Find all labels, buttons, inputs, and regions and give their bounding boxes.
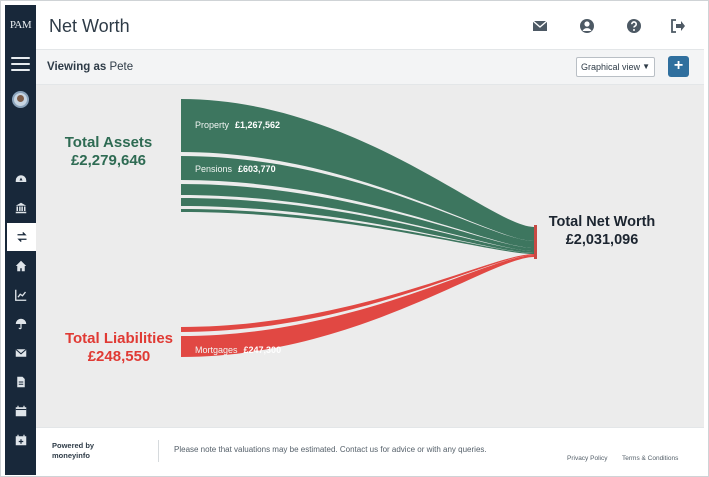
total-net-worth: Total Net Worth £2,031,096 <box>540 213 664 249</box>
calendar-plus-icon[interactable] <box>5 426 36 454</box>
total-liabilities-label: Total Liabilities <box>64 330 174 347</box>
total-assets-label: Total Assets <box>64 134 153 151</box>
flow-value: £1,267,562 <box>235 120 281 130</box>
total-assets-value: £2,279,646 <box>70 152 147 169</box>
avatar[interactable] <box>12 91 29 108</box>
top-header: Net Worth <box>36 5 704 49</box>
flow-label-pensions[interactable]: Pensions £603,770 <box>195 164 276 174</box>
chevron-down-icon: ▼ <box>642 62 650 71</box>
footer: Powered by moneyinfo Please note that va… <box>36 427 704 475</box>
file-icon[interactable] <box>5 368 36 396</box>
powered-by-line1: Powered by <box>52 441 95 450</box>
sidebar: PAM <box>5 5 36 475</box>
view-bar: Viewing as Pete Graphical view ▼ + <box>36 49 704 85</box>
flow-name: Pensions <box>195 164 233 174</box>
app-window: PAM Net Worth Viewing as Pete Graphical … <box>0 0 709 477</box>
envelope-icon[interactable] <box>5 339 36 367</box>
chart-line-icon[interactable] <box>5 281 36 309</box>
home-icon[interactable] <box>5 252 36 280</box>
flow-name: Mortgages <box>195 345 238 355</box>
valuation-notice: Please note that valuations may be estim… <box>174 445 487 454</box>
flow-value: £247,300 <box>243 345 282 355</box>
logout-icon[interactable] <box>670 18 688 36</box>
gauge-icon[interactable] <box>5 165 36 193</box>
flow-label-mortgages[interactable]: Mortgages £247,300 <box>195 345 281 355</box>
viewing-as: Viewing as Pete <box>47 61 133 73</box>
transfer-icon[interactable] <box>5 223 36 251</box>
total-net-worth-value: £2,031,096 <box>565 232 639 248</box>
privacy-policy-link[interactable]: Privacy Policy <box>567 455 607 462</box>
net-worth-node <box>534 225 537 259</box>
flow-value: £603,770 <box>238 164 276 174</box>
total-liabilities: Total Liabilities £248,550 <box>59 330 179 366</box>
question-icon[interactable] <box>626 18 644 36</box>
view-mode-value: Graphical view <box>581 62 641 72</box>
calendar-icon[interactable] <box>5 397 36 425</box>
add-button[interactable]: + <box>668 56 689 77</box>
page-title: Net Worth <box>49 16 130 36</box>
menu-toggle-icon[interactable] <box>11 57 30 71</box>
umbrella-icon[interactable] <box>5 310 36 338</box>
viewing-as-label: Viewing as <box>47 61 107 73</box>
user-circle-icon[interactable] <box>579 18 597 36</box>
viewing-as-user: Pete <box>109 61 134 73</box>
total-net-worth-label: Total Net Worth <box>548 214 656 230</box>
total-liabilities-value: £248,550 <box>87 348 151 365</box>
flow-label-property[interactable]: Property £1,267,562 <box>195 120 280 130</box>
logo: PAM <box>9 19 32 31</box>
terms-link[interactable]: Terms & Conditions <box>622 455 678 462</box>
powered-by: Powered by moneyinfo <box>52 441 94 461</box>
view-mode-select[interactable]: Graphical view ▼ <box>576 57 655 77</box>
net-worth-chart: Total Assets £2,279,646 Total Liabilitie… <box>36 85 704 427</box>
bank-icon[interactable] <box>5 194 36 222</box>
envelope-icon[interactable] <box>532 18 550 36</box>
flow-name: Property <box>195 120 230 130</box>
powered-by-line2: moneyinfo <box>52 451 90 460</box>
total-assets: Total Assets £2,279,646 <box>61 134 156 170</box>
footer-divider <box>158 440 159 462</box>
